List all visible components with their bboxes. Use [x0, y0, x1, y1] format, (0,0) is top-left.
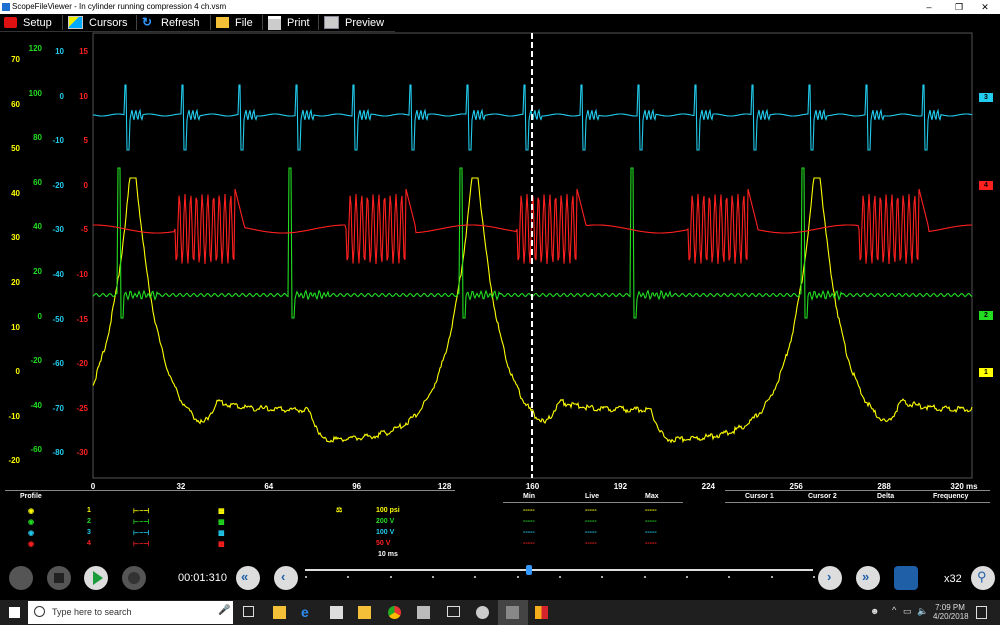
fit-zoom-button[interactable] — [894, 566, 918, 590]
visibility-eye-icon[interactable]: ◉ — [28, 518, 34, 526]
visibility-eye-icon[interactable]: ◉ — [28, 540, 34, 548]
chrome-icon[interactable] — [388, 606, 401, 619]
min-value: ----- — [523, 507, 535, 514]
max-header: Max — [645, 493, 659, 500]
cursor2-header: Cursor 2 — [808, 493, 837, 500]
live-header: Live — [585, 493, 600, 500]
calculator-icon[interactable] — [417, 606, 430, 619]
folder-icon[interactable] — [358, 606, 371, 619]
zoom-level: x32 — [944, 573, 962, 585]
scope-display[interactable] — [0, 0, 1000, 625]
settings-icon[interactable]: ▩ — [218, 518, 225, 526]
task-view-icon[interactable] — [243, 606, 254, 617]
probe-icon[interactable]: ⊢−⊣ — [133, 507, 149, 515]
step-back-button[interactable]: ‹ — [274, 566, 298, 590]
clock-time: 7:09 PM — [935, 603, 965, 612]
stop-button[interactable] — [47, 566, 71, 590]
time-axis-tick: 224 — [701, 482, 715, 491]
settings-icon[interactable]: ▩ — [218, 507, 225, 515]
microphone-icon[interactable]: 🎤 — [218, 605, 230, 616]
zoom-search-button[interactable]: ⚲ — [971, 566, 995, 590]
max-value: ----- — [645, 507, 657, 514]
step-forward-button[interactable]: › — [818, 566, 842, 590]
probe-icon[interactable]: ⊢−⊣ — [133, 518, 149, 526]
magnifier-icon: ⚲ — [977, 569, 987, 584]
forward-fast-button[interactable]: » — [856, 566, 880, 590]
music-icon[interactable] — [476, 606, 489, 619]
channel-scale: 100 V — [376, 529, 395, 536]
min-value: ----- — [523, 529, 535, 536]
mail-icon[interactable] — [447, 606, 460, 617]
double-chevron-right-icon: » — [862, 569, 870, 584]
channel-3-tag[interactable]: 3 — [979, 93, 993, 102]
live-value: ----- — [585, 540, 597, 547]
record-button[interactable] — [122, 566, 146, 590]
channel-number: 2 — [87, 518, 91, 525]
taskbar-search[interactable]: Type here to search 🎤 — [28, 601, 233, 624]
live-value: ----- — [585, 518, 597, 525]
live-value: ----- — [585, 507, 597, 514]
profile-header: Profile — [20, 493, 42, 500]
people-icon[interactable]: ☻ — [870, 606, 879, 616]
clock-date: 4/20/2018 — [933, 612, 969, 621]
tray-chevron-up-icon[interactable]: ^ — [892, 605, 896, 615]
probe-icon[interactable]: ⊢−⊣ — [133, 540, 149, 548]
visibility-eye-icon[interactable]: ◉ — [28, 507, 34, 515]
delta-header: Delta — [877, 493, 895, 500]
double-chevron-left-icon: « — [241, 569, 249, 584]
notifications-icon[interactable] — [976, 606, 987, 619]
live-value: ----- — [585, 529, 597, 536]
network-icon[interactable]: ▭ — [903, 606, 912, 617]
store-icon[interactable] — [330, 606, 343, 619]
windows-start-icon[interactable] — [9, 607, 20, 618]
timebase-value: 10 ms — [378, 551, 398, 558]
channel-2-tag[interactable]: 2 — [979, 311, 993, 320]
search-icon — [34, 606, 45, 617]
playback-time: 00:01:310 — [178, 572, 227, 584]
max-value: ----- — [645, 540, 657, 547]
chevron-left-icon: ‹ — [281, 569, 286, 584]
min-header: Min — [523, 493, 536, 500]
max-value: ----- — [645, 529, 657, 536]
time-axis-tick: 160 — [525, 482, 540, 491]
channel-number: 1 — [87, 507, 91, 514]
probe-icon[interactable]: ⊢−⊣ — [133, 529, 149, 537]
clock[interactable]: 7:09 PM 4/20/2018 — [933, 603, 969, 621]
taskbar: Type here to search 🎤 e ☻ ^ ▭ 🔈 7:09 PM … — [0, 600, 1000, 625]
rewind-fast-button[interactable]: « — [236, 566, 260, 590]
channel-4-tag[interactable]: 4 — [979, 181, 993, 190]
play-button[interactable] — [84, 566, 108, 590]
app-icon-colorful[interactable] — [535, 606, 548, 619]
playback-slider-thumb[interactable] — [525, 565, 532, 575]
scope-viewer-icon[interactable] — [506, 606, 519, 619]
scale-icon: ⚖ — [336, 507, 343, 514]
settings-icon[interactable]: ▩ — [218, 529, 225, 537]
edge-icon[interactable]: e — [301, 605, 314, 619]
frequency-header: Frequency — [933, 493, 969, 500]
min-value: ----- — [523, 540, 535, 547]
volume-icon[interactable]: 🔈 — [917, 606, 928, 617]
channel-scale: 200 V — [376, 518, 395, 525]
visibility-eye-icon[interactable]: ◉ — [28, 529, 34, 537]
channel-scale: 50 V — [376, 540, 391, 547]
channel-1-tag[interactable]: 1 — [979, 368, 993, 377]
chevron-right-icon: › — [827, 569, 832, 584]
min-value: ----- — [523, 518, 535, 525]
channel-scale: 100 psi — [376, 507, 400, 514]
search-placeholder: Type here to search — [52, 607, 132, 617]
channel-number: 4 — [87, 540, 91, 547]
settings-gear-icon[interactable] — [9, 566, 33, 590]
settings-icon[interactable]: ▩ — [218, 540, 225, 548]
playback-slider[interactable] — [305, 569, 813, 571]
file-explorer-icon[interactable] — [273, 606, 286, 619]
max-value: ----- — [645, 518, 657, 525]
cursor1-header: Cursor 1 — [745, 493, 774, 500]
time-axis-tick: 192 — [613, 482, 628, 491]
channel-number: 3 — [87, 529, 91, 536]
